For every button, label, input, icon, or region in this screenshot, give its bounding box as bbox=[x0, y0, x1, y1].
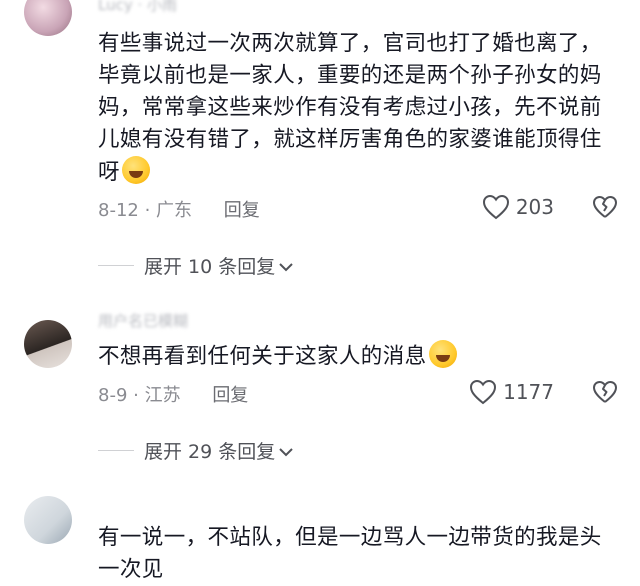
like-count: 1177 bbox=[503, 380, 554, 404]
comment-text-body: 不想再看到任何关于这家人的消息 bbox=[98, 344, 427, 369]
chevron-down-icon bbox=[279, 440, 293, 462]
reply-button[interactable]: 回复 bbox=[224, 200, 260, 221]
avatar[interactable] bbox=[24, 320, 72, 368]
expand-replies-button[interactable]: 展开 10 条回复 bbox=[98, 252, 293, 279]
chevron-down-icon bbox=[279, 255, 293, 277]
comment-meta: 8-9 · 江苏 回复 bbox=[98, 385, 249, 406]
reply-button[interactable]: 回复 bbox=[212, 385, 248, 406]
expand-replies-label: 展开 29 条回复 bbox=[144, 441, 276, 463]
expand-replies-label: 展开 10 条回复 bbox=[144, 256, 276, 278]
comment-meta: 8-12 · 广东 回复 bbox=[98, 200, 260, 221]
dislike-button[interactable] bbox=[592, 380, 618, 404]
comment-text-body: 有些事说过一次两次就算了，官司也打了婚也离了，毕竟以前也是一家人，重要的还是两个… bbox=[98, 31, 602, 185]
avatar[interactable] bbox=[24, 496, 72, 544]
comment-text: 不想再看到任何关于这家人的消息 bbox=[98, 340, 608, 373]
expand-replies-button[interactable]: 展开 29 条回复 bbox=[98, 437, 293, 464]
comment-text: 有一说一，不站队，但是一边骂人一边带货的我是头一次见 bbox=[98, 522, 608, 586]
dislike-button[interactable] bbox=[592, 195, 618, 219]
comment-text: 有些事说过一次两次就算了，官司也打了婚也离了，毕竟以前也是一家人，重要的还是两个… bbox=[98, 28, 608, 189]
like-count: 203 bbox=[515, 195, 554, 219]
comment-date: 8-9 bbox=[98, 385, 128, 406]
username[interactable]: 用户名已模糊 bbox=[98, 310, 188, 331]
username[interactable]: Lucy · 小雨 bbox=[98, 0, 177, 15]
comment-text-body: 有一说一，不站队，但是一边骂人一边带货的我是头一次见 bbox=[98, 525, 602, 582]
broken-heart-icon bbox=[592, 380, 618, 404]
comment-date: 8-12 bbox=[98, 200, 139, 221]
heart-outline-icon bbox=[469, 379, 497, 405]
broken-heart-icon bbox=[592, 195, 618, 219]
grinning-sweat-emoji-icon bbox=[428, 340, 457, 368]
avatar[interactable] bbox=[24, 0, 72, 36]
like-button[interactable]: 1177 bbox=[469, 379, 554, 405]
comment-location: 江苏 bbox=[144, 385, 181, 406]
divider bbox=[98, 265, 134, 266]
rofl-emoji-icon bbox=[121, 156, 150, 184]
divider bbox=[98, 450, 134, 451]
comment-location: 广东 bbox=[156, 200, 193, 221]
like-button[interactable]: 203 bbox=[482, 194, 554, 220]
heart-outline-icon bbox=[482, 194, 510, 220]
